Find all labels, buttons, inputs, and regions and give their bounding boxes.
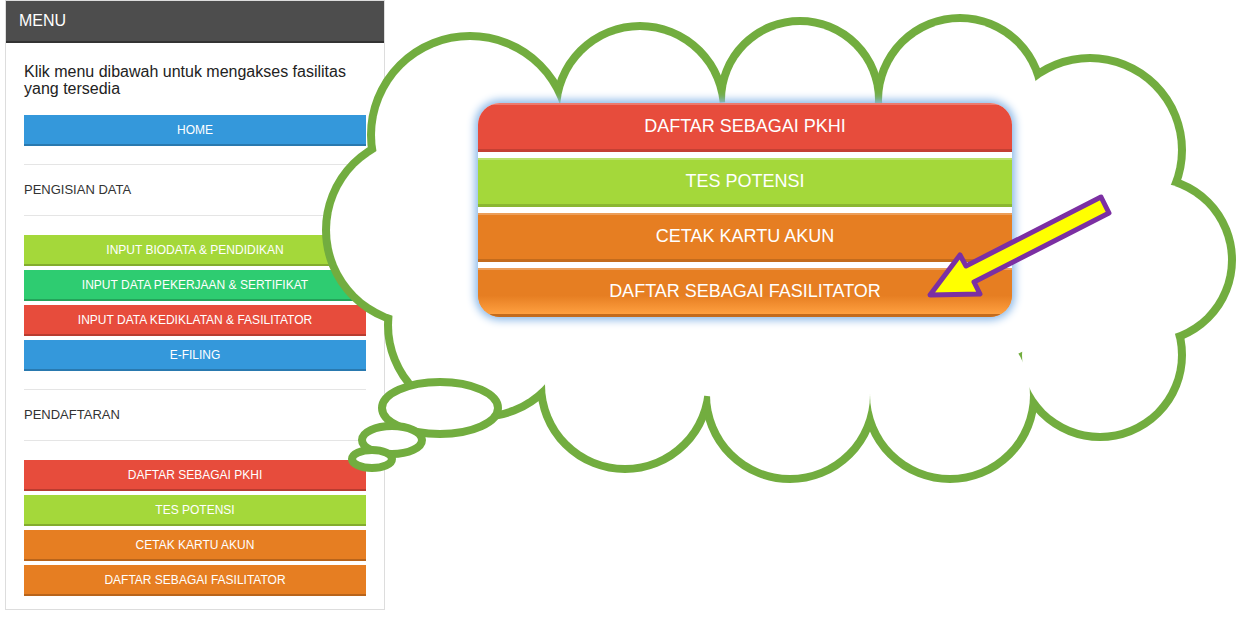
menu-button-label: DAFTAR SEBAGAI PKHI xyxy=(128,466,262,484)
callout-button-label: TES POTENSI xyxy=(685,168,804,195)
pointer-arrow-icon xyxy=(0,0,1248,624)
menu-header: MENU xyxy=(6,1,384,43)
menu-button[interactable]: CETAK KARTU AKUN xyxy=(24,530,366,561)
menu-button[interactable]: INPUT BIODATA & PENDIDIKAN xyxy=(24,235,366,266)
callout-button-label: DAFTAR SEBAGAI PKHI xyxy=(644,113,846,140)
menu-section: PENDAFTARAN DAFTAR SEBAGAI PKHI TES POTENS… xyxy=(24,371,366,596)
callout-button[interactable]: CETAK KARTU AKUN xyxy=(478,213,1012,262)
section-title: PENDAFTARAN xyxy=(24,390,366,440)
menu-button-label: TES POTENSI xyxy=(155,501,234,519)
callout-button-label: DAFTAR SEBAGAI FASILITATOR xyxy=(609,278,881,305)
callout-button-label: CETAK KARTU AKUN xyxy=(656,223,834,250)
menu-button-label: DAFTAR SEBAGAI FASILITATOR xyxy=(104,571,285,589)
menu-button[interactable]: INPUT DATA KEDIKLATAN & FASILITATOR xyxy=(24,305,366,336)
menu-button-label: INPUT BIODATA & PENDIDIKAN xyxy=(106,241,283,259)
menu-button-label: HOME xyxy=(177,121,213,139)
menu-button-label: E-FILING xyxy=(170,346,221,364)
separator xyxy=(24,440,366,441)
menu-title: MENU xyxy=(19,9,66,33)
menu-button-label: INPUT DATA KEDIKLATAN & FASILITATOR xyxy=(78,311,312,329)
menu-button[interactable]: HOME xyxy=(24,115,366,146)
callout-button[interactable]: TES POTENSI xyxy=(478,158,1012,207)
menu-button-label: INPUT DATA PEKERJAAN & SERTIFIKAT xyxy=(82,276,308,294)
section-title: PENGISIAN DATA xyxy=(24,165,366,215)
menu-button[interactable]: DAFTAR SEBAGAI FASILITATOR xyxy=(24,565,366,596)
callout-button[interactable]: DAFTAR SEBAGAI FASILITATOR xyxy=(478,268,1012,317)
callout-card: DAFTAR SEBAGAI PKHI TES POTENSI CETAK KART… xyxy=(478,103,1012,317)
menu-button[interactable]: DAFTAR SEBAGAI PKHI xyxy=(24,460,366,491)
separator xyxy=(24,215,366,216)
menu-section: PENGISIAN DATA INPUT BIODATA & PENDIDIKAN… xyxy=(24,146,366,371)
separator xyxy=(24,389,366,390)
menu-button[interactable]: E-FILING xyxy=(24,340,366,371)
separator xyxy=(24,164,366,165)
menu-button[interactable]: INPUT DATA PEKERJAAN & SERTIFIKAT xyxy=(24,270,366,301)
menu-button[interactable]: TES POTENSI xyxy=(24,495,366,526)
menu-button-label: CETAK KARTU AKUN xyxy=(136,536,255,554)
menu-intro: Klik menu dibawah untuk mengakses fasili… xyxy=(24,63,366,97)
menu-panel: MENU Klik menu dibawah untuk mengakses f… xyxy=(5,0,385,610)
callout-button[interactable]: DAFTAR SEBAGAI PKHI xyxy=(478,103,1012,152)
